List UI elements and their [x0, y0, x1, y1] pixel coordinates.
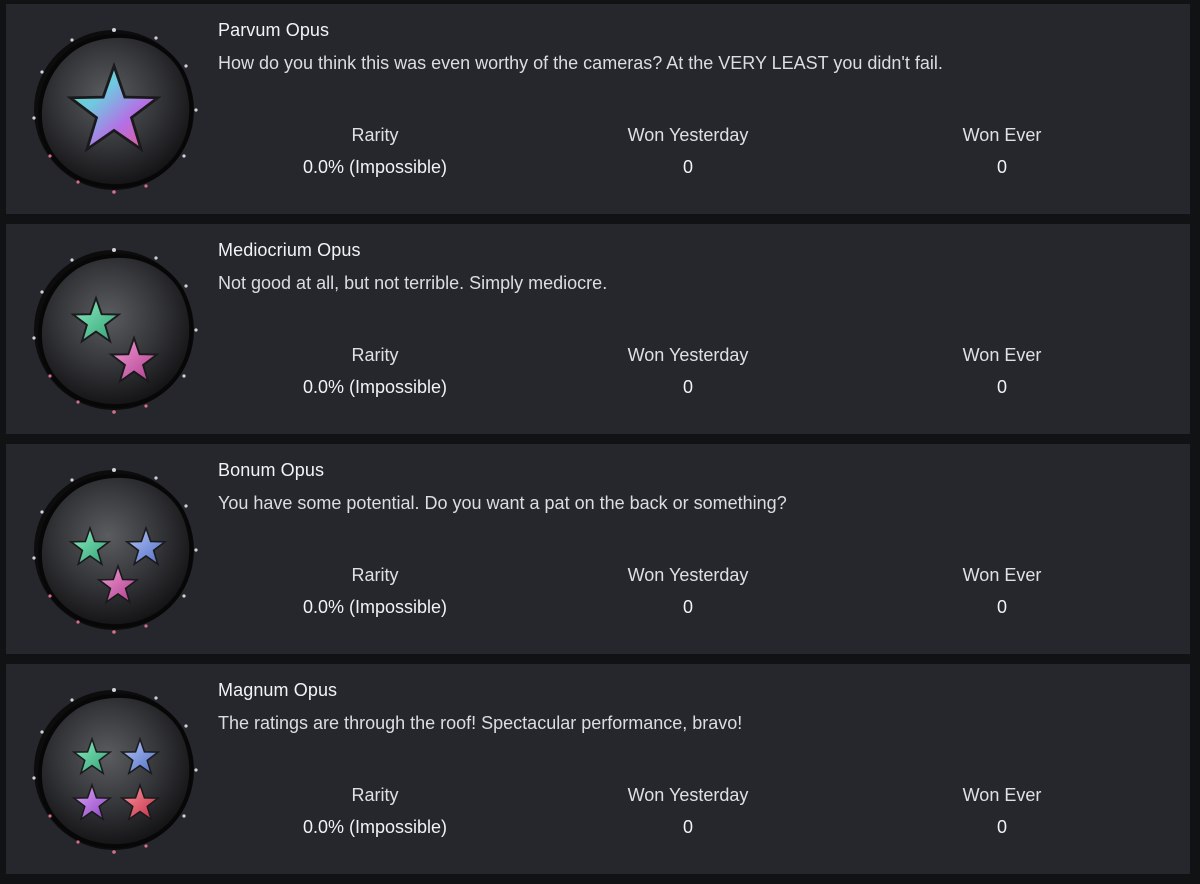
- rarity-stat: Rarity 0.0% (Impossible): [255, 125, 495, 178]
- won-ever-label: Won Ever: [962, 125, 1042, 145]
- rarity-value: 0.0% (Impossible): [302, 817, 448, 837]
- badge-card-parvum[interactable]: Parvum Opus How do you think this was ev…: [6, 4, 1190, 214]
- three-star-badge-icon: [26, 462, 202, 638]
- badge-card-magnum[interactable]: Magnum Opus The ratings are through the …: [6, 664, 1190, 874]
- won-yesterday-stat: Won Yesterday 0: [568, 565, 808, 618]
- won-ever-label: Won Ever: [962, 565, 1042, 585]
- rarity-label: Rarity: [351, 125, 399, 145]
- won-ever-value: 0: [996, 377, 1007, 397]
- badge-title: Parvum Opus: [218, 20, 330, 40]
- badge-description: You have some potential. Do you want a p…: [218, 493, 787, 513]
- won-yesterday-value: 0: [682, 817, 693, 837]
- rarity-label: Rarity: [351, 345, 399, 365]
- won-yesterday-stat: Won Yesterday 0: [568, 125, 808, 178]
- won-ever-stat: Won Ever 0: [882, 125, 1122, 178]
- won-yesterday-label: Won Yesterday: [627, 125, 749, 145]
- won-yesterday-stat: Won Yesterday 0: [568, 785, 808, 838]
- four-star-badge-icon: [26, 682, 202, 858]
- won-ever-value: 0: [996, 817, 1007, 837]
- rarity-value: 0.0% (Impossible): [302, 597, 448, 617]
- won-yesterday-label: Won Yesterday: [627, 565, 749, 585]
- rarity-label: Rarity: [351, 565, 399, 585]
- won-ever-value: 0: [996, 157, 1007, 177]
- rarity-value: 0.0% (Impossible): [302, 157, 448, 177]
- rarity-stat: Rarity 0.0% (Impossible): [255, 785, 495, 838]
- won-yesterday-label: Won Yesterday: [627, 345, 749, 365]
- won-yesterday-value: 0: [682, 377, 693, 397]
- rarity-value: 0.0% (Impossible): [302, 377, 448, 397]
- badge-title: Mediocrium Opus: [218, 240, 361, 260]
- badge-title: Magnum Opus: [218, 680, 338, 700]
- won-yesterday-value: 0: [682, 157, 693, 177]
- won-ever-label: Won Ever: [962, 345, 1042, 365]
- rarity-label: Rarity: [351, 785, 399, 805]
- badge-card-mediocrium[interactable]: Mediocrium Opus Not good at all, but not…: [6, 224, 1190, 434]
- won-ever-stat: Won Ever 0: [882, 345, 1122, 398]
- won-yesterday-stat: Won Yesterday 0: [568, 345, 808, 398]
- won-yesterday-label: Won Yesterday: [627, 785, 749, 805]
- badge-description: How do you think this was even worthy of…: [218, 53, 943, 73]
- one-star-badge-icon: [26, 22, 202, 198]
- badge-title: Bonum Opus: [218, 460, 325, 480]
- won-ever-stat: Won Ever 0: [882, 785, 1122, 838]
- won-ever-stat: Won Ever 0: [882, 565, 1122, 618]
- rarity-stat: Rarity 0.0% (Impossible): [255, 565, 495, 618]
- won-yesterday-value: 0: [682, 597, 693, 617]
- badge-card-bonum[interactable]: Bonum Opus You have some potential. Do y…: [6, 444, 1190, 654]
- badge-description: The ratings are through the roof! Specta…: [218, 713, 743, 733]
- two-star-badge-icon: [26, 242, 202, 418]
- won-ever-value: 0: [996, 597, 1007, 617]
- won-ever-label: Won Ever: [962, 785, 1042, 805]
- badge-description: Not good at all, but not terrible. Simpl…: [218, 273, 608, 293]
- opus-badge-list: Parvum Opus How do you think this was ev…: [0, 0, 1200, 884]
- rarity-stat: Rarity 0.0% (Impossible): [255, 345, 495, 398]
